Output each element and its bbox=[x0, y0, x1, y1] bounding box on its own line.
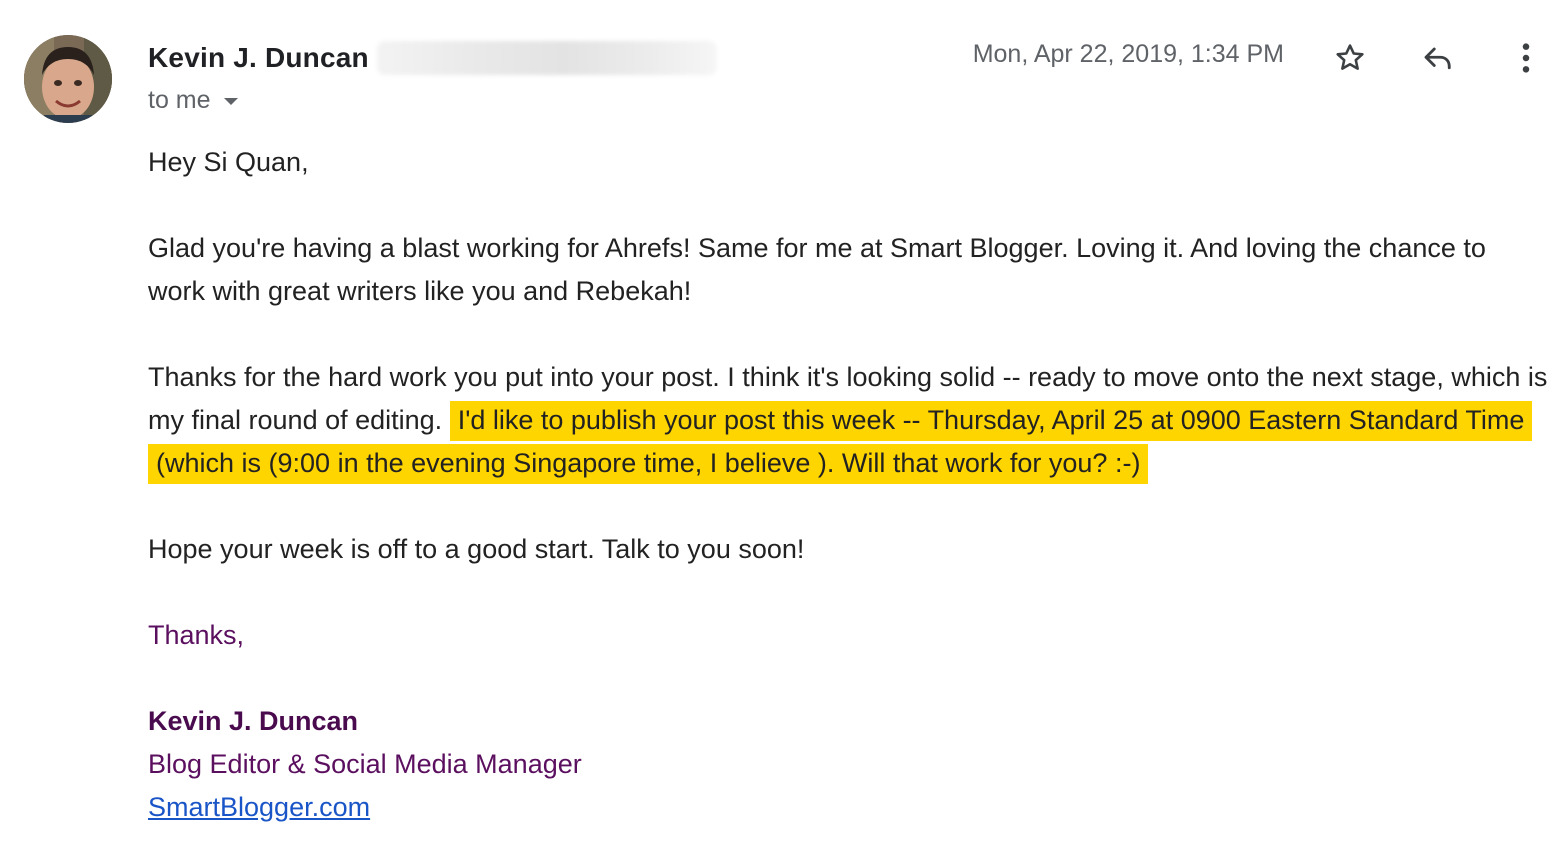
avatar-photo bbox=[24, 35, 112, 123]
greeting: Hey Si Quan, bbox=[148, 147, 309, 177]
signature: Kevin J. Duncan Blog Editor & Social Med… bbox=[148, 700, 1548, 829]
star-icon bbox=[1336, 44, 1364, 70]
sender-name[interactable]: Kevin J. Duncan bbox=[148, 42, 369, 74]
more-vertical-icon bbox=[1522, 43, 1530, 73]
sender-row: Kevin J. Duncan bbox=[148, 38, 717, 78]
recipient-label: to me bbox=[148, 86, 211, 114]
signature-website-link[interactable]: SmartBlogger.com bbox=[148, 792, 370, 822]
more-options-button[interactable] bbox=[1506, 38, 1546, 78]
signature-title: Blog Editor & Social Media Manager bbox=[148, 749, 582, 779]
paragraph-1: Glad you're having a blast working for A… bbox=[148, 233, 1486, 306]
reply-icon bbox=[1424, 47, 1451, 70]
paragraph-3: Hope your week is off to a good start. T… bbox=[148, 534, 805, 564]
star-button[interactable] bbox=[1330, 38, 1370, 78]
signature-name: Kevin J. Duncan bbox=[148, 706, 359, 736]
sender-avatar[interactable] bbox=[24, 35, 112, 123]
message-body: Hey Si Quan, Glad you're having a blast … bbox=[148, 141, 1548, 829]
closing: Thanks, bbox=[148, 620, 245, 650]
recipient-details-toggle[interactable]: to me bbox=[148, 86, 239, 115]
caret-down-icon bbox=[223, 97, 238, 105]
paragraph-2: Thanks for the hard work you put into yo… bbox=[148, 356, 1548, 485]
message-date: Mon, Apr 22, 2019, 1:34 PM bbox=[972, 40, 1284, 68]
sender-email-redacted bbox=[376, 41, 717, 75]
reply-button[interactable] bbox=[1418, 38, 1458, 78]
